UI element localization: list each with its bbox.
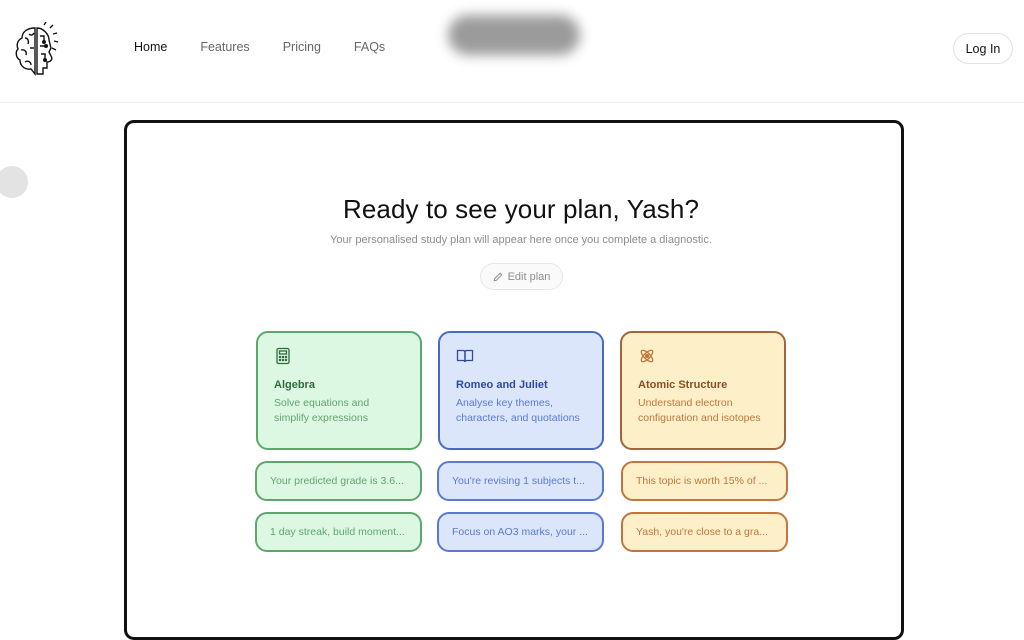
nav-home[interactable]: Home	[134, 40, 167, 54]
blurred-element	[448, 15, 580, 55]
nav-pricing[interactable]: Pricing	[283, 40, 321, 54]
insight-pill-close-to-grade[interactable]: Yash, you're close to a gra...	[621, 512, 788, 552]
card-title: Atomic Structure	[638, 379, 728, 391]
calculator-icon	[276, 347, 290, 365]
insight-pill-streak[interactable]: 1 day streak, build moment...	[255, 512, 422, 552]
insight-pill-ao3-focus[interactable]: Focus on AO3 marks, your ...	[437, 512, 604, 552]
insight-pill-revising-subjects[interactable]: You're revising 1 subjects t...	[437, 461, 604, 501]
login-button[interactable]: Log In	[953, 33, 1013, 64]
page-title: Ready to see your plan, Yash?	[342, 194, 700, 224]
top-header: Home Features Pricing FAQs Log In	[0, 0, 1024, 103]
subject-card-atomic-structure[interactable]: Atomic Structure Understand electron con…	[620, 331, 786, 450]
page-subtitle: Your personalised study plan will appear…	[330, 234, 712, 246]
card-description: Analyse key themes, characters, and quot…	[456, 397, 580, 424]
book-open-icon	[456, 349, 474, 363]
brain-logo-icon[interactable]	[13, 22, 59, 76]
card-description: Solve equations and simplify expressions	[274, 397, 370, 424]
edit-plan-button[interactable]: Edit plan	[480, 263, 563, 290]
edit-plan-label: Edit plan	[507, 270, 551, 283]
card-title: Romeo and Juliet	[456, 379, 548, 391]
insight-pill-topic-worth[interactable]: This topic is worth 15% of ...	[621, 461, 788, 501]
pencil-icon	[493, 272, 503, 281]
nav-features[interactable]: Features	[200, 40, 249, 54]
side-toggle-handle[interactable]	[0, 166, 28, 198]
subject-card-romeo-juliet[interactable]: Romeo and Juliet Analyse key themes, cha…	[438, 331, 604, 450]
nav-faqs[interactable]: FAQs	[354, 40, 385, 54]
insight-pill-predicted-grade[interactable]: Your predicted grade is 3.6...	[255, 461, 422, 501]
card-title: Algebra	[274, 379, 315, 391]
subject-card-algebra[interactable]: Algebra Solve equations and simplify exp…	[256, 331, 422, 450]
card-description: Understand electron configuration and is…	[638, 397, 761, 424]
atom-icon	[640, 349, 654, 363]
main-nav: Home Features Pricing FAQs	[134, 40, 418, 54]
